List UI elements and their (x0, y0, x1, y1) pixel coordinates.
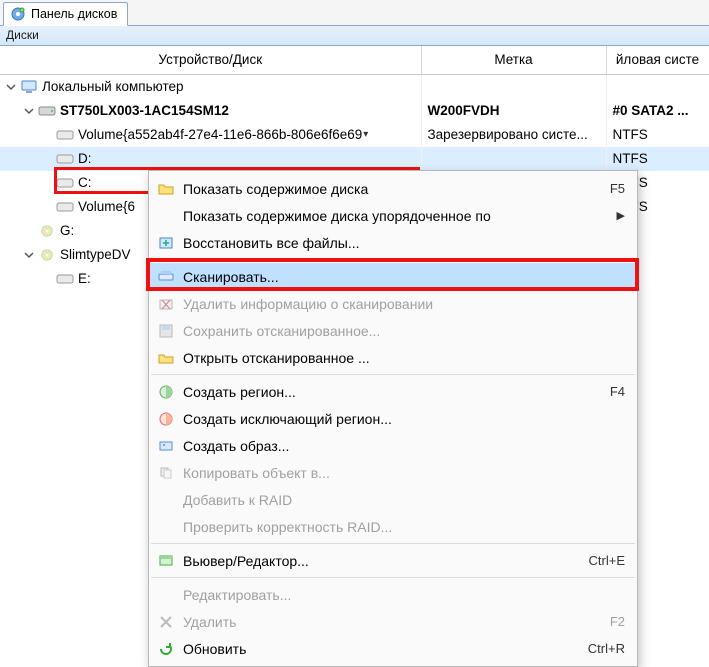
volume-icon (56, 176, 74, 190)
submenu-arrow-icon: ▶ (617, 209, 625, 222)
ctx-del-scan: Удалить информацию о сканировании (149, 290, 637, 317)
delete-icon (155, 614, 177, 630)
tree-row-disk[interactable]: ST750LX003-1AC154SM12 W200FVDH #0 SATA2 … (0, 99, 709, 123)
folder-open-icon (155, 181, 177, 197)
ctx-viewer[interactable]: Вьювер/Редактор... Ctrl+E (149, 547, 637, 574)
ctx-delete: Удалить F2 (149, 608, 637, 635)
chevron-down-icon[interactable] (4, 80, 18, 94)
recover-icon (155, 235, 177, 251)
volume-icon (56, 272, 74, 286)
ctx-separator (151, 543, 635, 544)
delete-scan-icon (155, 296, 177, 312)
dropdown-arrow-icon: ▾ (363, 129, 368, 140)
ctx-shortcut: Ctrl+R (565, 641, 625, 656)
optical-icon (38, 224, 56, 238)
optical-drive-icon (38, 248, 56, 262)
ctx-show-sorted[interactable]: Показать содержимое диска упорядоченное … (149, 202, 637, 229)
ctx-separator (151, 374, 635, 375)
tree-label: E: (78, 271, 91, 286)
ctx-label: Показать содержимое диска (183, 181, 565, 197)
ctx-label: Копировать объект в... (183, 465, 625, 481)
tree-row-d[interactable]: D: NTFS (0, 147, 709, 171)
ctx-create-region[interactable]: Создать регион... F4 (149, 378, 637, 405)
computer-icon (20, 80, 38, 94)
tree-label: Volume{a552ab4f-27e4-11e6-866b-806e6f6e6… (78, 127, 362, 142)
ctx-save-scan: Сохранить отсканированное... (149, 317, 637, 344)
disk-panel-icon (10, 6, 26, 22)
ctx-shortcut: F5 (565, 181, 625, 196)
context-menu: Показать содержимое диска F5 Показать со… (148, 170, 638, 667)
open-icon (155, 350, 177, 366)
ctx-shortcut: F2 (565, 614, 625, 629)
ctx-label: Редактировать... (183, 587, 625, 603)
ctx-label: Проверить корректность RAID... (183, 519, 625, 535)
ctx-separator (151, 577, 635, 578)
tree-label: ST750LX003-1AC154SM12 (60, 103, 229, 118)
ctx-shortcut: F4 (565, 384, 625, 399)
ctx-label: Удалить информацию о сканировании (183, 296, 625, 312)
tab-label: Панель дисков (31, 7, 117, 21)
tree-label: G: (60, 223, 74, 238)
ctx-scan[interactable]: Сканировать... (149, 263, 637, 290)
col-device[interactable]: Устройство/Диск (0, 46, 421, 74)
hdd-icon (38, 104, 56, 118)
ctx-label: Показать содержимое диска упорядоченное … (183, 208, 617, 224)
ctx-shortcut: Ctrl+E (565, 553, 625, 568)
ctx-create-excl-region[interactable]: Создать исключающий регион... (149, 405, 637, 432)
tree-fs-col: #0 SATA2 ... (606, 99, 709, 123)
tree-label: Локальный компьютер (42, 79, 184, 94)
ctx-create-image[interactable]: Создать образ... (149, 432, 637, 459)
scan-icon (155, 269, 177, 285)
ctx-label: Удалить (183, 614, 565, 630)
ctx-refresh[interactable]: Обновить Ctrl+R (149, 635, 637, 662)
tab-bar: Панель дисков (0, 0, 709, 26)
tree-fs-col: NTFS (606, 147, 709, 171)
image-icon (155, 438, 177, 454)
region-excl-icon (155, 411, 177, 427)
chevron-down-icon[interactable] (22, 248, 36, 262)
ctx-label: Открыть отсканированное ... (183, 350, 625, 366)
ctx-label: Создать исключающий регион... (183, 411, 625, 427)
ctx-show-contents[interactable]: Показать содержимое диска F5 (149, 175, 637, 202)
ctx-recover-all[interactable]: Восстановить все файлы... (149, 229, 637, 256)
volume-icon (56, 128, 74, 142)
ctx-label: Сканировать... (183, 269, 625, 285)
ctx-copy-obj: Копировать объект в... (149, 459, 637, 486)
tree-row-volume-guid[interactable]: Volume{a552ab4f-27e4-11e6-866b-806e6f6e6… (0, 123, 709, 147)
tree-row-root[interactable]: Локальный компьютер (0, 74, 709, 99)
tree-label: D: (78, 151, 92, 166)
ctx-label: Обновить (183, 641, 565, 657)
ctx-label: Добавить к RAID (183, 492, 625, 508)
ctx-label: Вьювер/Редактор... (183, 553, 565, 569)
ctx-open-scan[interactable]: Открыть отсканированное ... (149, 344, 637, 371)
viewer-icon (155, 553, 177, 569)
ctx-add-raid: Добавить к RAID (149, 486, 637, 513)
copy-icon (155, 465, 177, 481)
ctx-label: Создать регион... (183, 384, 565, 400)
region-icon (155, 384, 177, 400)
col-label[interactable]: Метка (421, 46, 606, 74)
ctx-label: Сохранить отсканированное... (183, 323, 625, 339)
ctx-label: Создать образ... (183, 438, 625, 454)
ctx-label: Восстановить все файлы... (183, 235, 625, 251)
refresh-icon (155, 641, 177, 657)
tree-label: SlimtypeDV (60, 247, 131, 262)
volume-icon (56, 200, 74, 214)
tree-label-col: W200FVDH (421, 99, 606, 123)
col-fs[interactable]: йловая систе (606, 46, 709, 74)
subheader-disks: Диски (0, 26, 709, 46)
tree-label-col: Зарезервировано систе... (421, 123, 606, 147)
save-icon (155, 323, 177, 339)
tab-disks-panel[interactable]: Панель дисков (3, 2, 128, 26)
tree-label: C: (78, 175, 92, 190)
volume-icon (56, 152, 74, 166)
ctx-check-raid: Проверить корректность RAID... (149, 513, 637, 540)
chevron-down-icon[interactable] (22, 104, 36, 118)
ctx-edit: Редактировать... (149, 581, 637, 608)
tree-fs-col: NTFS (606, 123, 709, 147)
ctx-separator (151, 259, 635, 260)
tree-label: Volume{6 (78, 199, 135, 214)
